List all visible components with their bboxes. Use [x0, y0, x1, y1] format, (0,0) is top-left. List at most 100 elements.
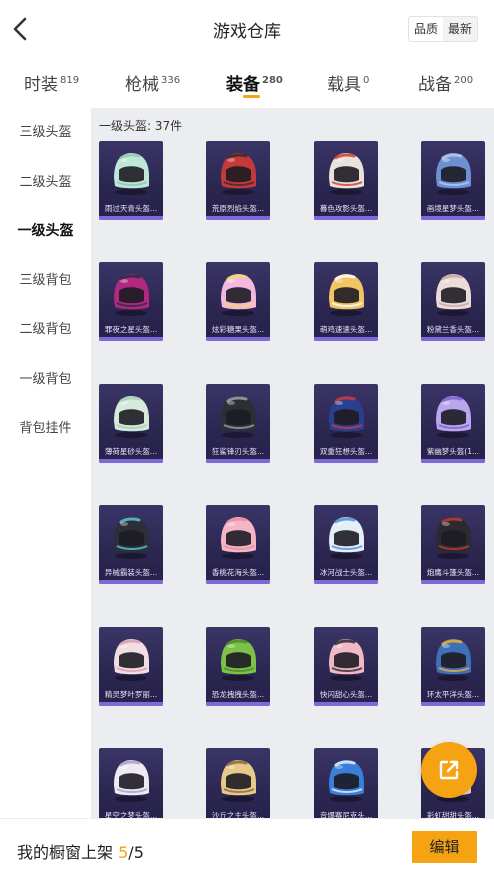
rarity-bar [314, 459, 378, 463]
showcase-label: 我的橱窗上架 [17, 843, 114, 862]
rarity-bar [206, 216, 270, 220]
rarity-bar [206, 337, 270, 341]
tab-equipment[interactable]: 装备 280 [226, 70, 283, 95]
helmet-image [221, 639, 256, 681]
item-card[interactable]: 画境星梦头盔... [421, 141, 485, 220]
item-name: 沙丘之主头盔... [206, 809, 270, 818]
sort-toggle: 品质 最新 [407, 16, 478, 42]
rarity-bar [421, 337, 485, 341]
item-card[interactable]: 薄荷星砂头盔... [99, 384, 163, 463]
item-name: 冰河战士头盔... [314, 566, 378, 580]
showcase-footer: 我的橱窗上架 5/5 编辑 [0, 818, 494, 875]
helmet-image [114, 274, 149, 316]
item-name: 异械霸装头盔... [99, 566, 163, 580]
helmet-image [114, 396, 149, 438]
item-name: 彩虹甜甜头盔... [421, 809, 485, 818]
item-card[interactable]: 双重狂想头盔... [314, 384, 378, 463]
rarity-bar [421, 702, 485, 706]
tab-count: 819 [60, 75, 80, 86]
item-name: 狂鲨锋刃头盔... [206, 445, 270, 459]
tab-weapons[interactable]: 枪械 336 [125, 70, 180, 95]
showcase-current-count: 5 [118, 843, 129, 862]
rarity-bar [99, 216, 163, 220]
item-card[interactable]: 雨过天青头盔... [99, 141, 163, 220]
sort-option-latest[interactable]: 最新 [443, 17, 477, 41]
helmet-image [329, 639, 364, 681]
tab-supplies[interactable]: 战备 200 [418, 70, 473, 95]
tab-label: 战备 [418, 75, 452, 95]
item-card[interactable]: 冰河战士头盔... [314, 505, 378, 584]
item-name: 双重狂想头盔... [314, 445, 378, 459]
category-title: 一级头盔: 37件 [99, 119, 183, 133]
item-name: 香桃花海头盔... [206, 566, 270, 580]
rarity-bar [421, 216, 485, 220]
item-card[interactable]: 音爆赛尼克头... [314, 748, 378, 818]
item-name: 快闪甜心头盔... [314, 688, 378, 702]
helmet-image [436, 517, 471, 559]
item-card[interactable]: 炮鹰斗篷头盔... [421, 505, 485, 584]
sidebar-item-backpack-lv2[interactable]: 二级背包 [0, 305, 91, 354]
item-card[interactable]: 荒原烈焰头盔... [206, 141, 270, 220]
item-card[interactable]: 紫幽梦头盔(1... [421, 384, 485, 463]
item-card[interactable]: 暮色攻影头盔... [314, 141, 378, 220]
item-card[interactable]: 快闪甜心头盔... [314, 627, 378, 706]
sort-option-quality[interactable]: 品质 [408, 17, 443, 41]
item-name: 炮鹰斗篷头盔... [421, 566, 485, 580]
item-name: 罪夜之星头盔... [99, 323, 163, 337]
showcase-status: 我的橱窗上架 5/5 [17, 839, 144, 863]
item-name: 薄荷星砂头盔... [99, 445, 163, 459]
tab-count: 336 [161, 75, 181, 86]
item-name: 粉黛兰香头盔... [421, 323, 485, 337]
helmet-image [221, 760, 256, 802]
tab-label: 时装 [24, 75, 58, 95]
item-card[interactable]: 粉黛兰香头盔... [421, 262, 485, 341]
rarity-bar [99, 580, 163, 584]
item-card[interactable]: 狂鲨锋刃头盔... [206, 384, 270, 463]
helmet-image [114, 153, 149, 195]
helmet-image [221, 274, 256, 316]
rarity-bar [314, 337, 378, 341]
item-name: 音爆赛尼克头... [314, 809, 378, 818]
helmet-image [436, 396, 471, 438]
sidebar-item-helmet-lv3[interactable]: 三级头盔 [0, 108, 91, 157]
item-card[interactable]: 炫彩糖果头盔... [206, 262, 270, 341]
item-card[interactable]: 恐龙拽拽头盔... [206, 627, 270, 706]
edit-button[interactable]: 编辑 [412, 831, 477, 863]
tab-vehicles[interactable]: 载具 0 [327, 70, 369, 95]
share-button[interactable] [421, 742, 477, 798]
category-tabs: 时装 819 枪械 336 装备 280 载具 0 战备 200 [0, 58, 494, 108]
item-card[interactable]: 萌鸡速速头盔... [314, 262, 378, 341]
item-name: 萌鸡速速头盔... [314, 323, 378, 337]
item-card[interactable]: 星空之梦头盔... [99, 748, 163, 818]
item-name: 暮色攻影头盔... [314, 202, 378, 216]
item-card[interactable]: 环太平洋头盔... [421, 627, 485, 706]
rarity-bar [206, 702, 270, 706]
tab-fashion[interactable]: 时装 819 [24, 70, 79, 95]
item-card[interactable]: 罪夜之星头盔... [99, 262, 163, 341]
item-card[interactable]: 沙丘之主头盔... [206, 748, 270, 818]
item-grid-panel: 一级头盔: 37件 雨过天青头盔... 荒原烈焰头盔... 暮色攻影头盔... 画境星… [91, 108, 494, 818]
tab-label: 装备 [226, 75, 260, 95]
helmet-image [329, 153, 364, 195]
sidebar: 三级头盔 二级头盔 一级头盔 三级背包 二级背包 一级背包 背包挂件 [0, 108, 91, 818]
sidebar-item-helmet-lv1[interactable]: 一级头盔 [0, 207, 91, 256]
warehouse-screen: 游戏仓库 品质 最新 时装 819 枪械 336 装备 280 载具 0 战备 200 三… [0, 0, 494, 875]
rarity-bar [421, 580, 485, 584]
rarity-bar [206, 580, 270, 584]
share-external-icon [439, 760, 459, 780]
item-card[interactable]: 精灵梦叶罗丽... [99, 627, 163, 706]
sidebar-item-backpack-pendant[interactable]: 背包挂件 [0, 404, 91, 453]
item-name: 恐龙拽拽头盔... [206, 688, 270, 702]
item-name: 星空之梦头盔... [99, 809, 163, 818]
rarity-bar [314, 216, 378, 220]
rarity-bar [99, 337, 163, 341]
helmet-image [221, 517, 256, 559]
item-card[interactable]: 异械霸装头盔... [99, 505, 163, 584]
sidebar-item-backpack-lv1[interactable]: 一级背包 [0, 355, 91, 404]
helmet-image [329, 517, 364, 559]
item-card[interactable]: 香桃花海头盔... [206, 505, 270, 584]
sidebar-item-helmet-lv2[interactable]: 二级头盔 [0, 158, 91, 207]
sidebar-item-backpack-lv3[interactable]: 三级背包 [0, 256, 91, 305]
tab-count: 200 [454, 75, 474, 86]
item-name: 环太平洋头盔... [421, 688, 485, 702]
